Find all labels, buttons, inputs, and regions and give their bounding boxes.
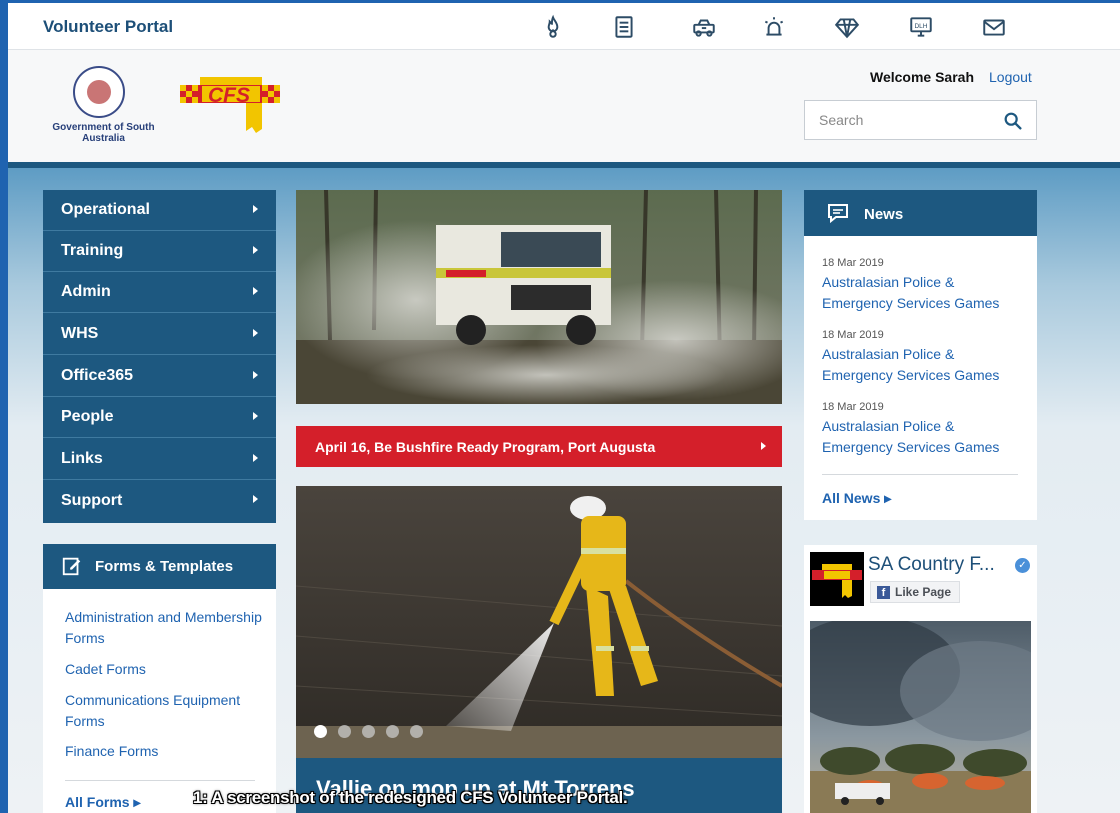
- document-icon[interactable]: [608, 11, 640, 43]
- slider-dot-3[interactable]: [362, 725, 375, 738]
- flame-icon[interactable]: [537, 11, 569, 43]
- government-of-south-australia-logo[interactable]: Government of South Australia: [46, 64, 161, 148]
- verified-badge-icon: ✓: [1015, 558, 1030, 573]
- dlh-monitor-icon[interactable]: DLH: [905, 11, 937, 43]
- cfs-logo-text: CFS: [208, 84, 250, 107]
- cfs-avatar-graphic: [810, 552, 864, 606]
- portal-window: Volunteer Portal DLH Government of South…: [8, 0, 1120, 813]
- form-link-finance[interactable]: Finance Forms: [65, 741, 265, 762]
- nav-item-operational[interactable]: Operational: [43, 190, 276, 231]
- nav-item-label: Office365: [61, 367, 134, 384]
- logout-link[interactable]: Logout: [989, 69, 1032, 85]
- gov-crest-icon: [73, 66, 125, 118]
- welcome-message: Welcome Sarah: [870, 69, 975, 85]
- news-date: 18 Mar 2019: [822, 257, 884, 269]
- nav-item-office365[interactable]: Office365: [43, 356, 276, 397]
- mail-icon[interactable]: [978, 11, 1010, 43]
- chevron-right-icon: [253, 454, 258, 462]
- nav-item-label: Support: [61, 491, 123, 509]
- facebook-page-name[interactable]: SA Country F...: [868, 554, 1028, 576]
- news-date: 18 Mar 2019: [822, 401, 884, 413]
- chevron-right-icon: [253, 495, 258, 503]
- chevron-right-icon: [761, 442, 766, 450]
- left-navigation: Operational Training Admin WHS Office365…: [43, 190, 276, 523]
- nav-item-whs[interactable]: WHS: [43, 314, 276, 355]
- firefighter-photo: [296, 486, 782, 758]
- dlh-label: DLH: [914, 23, 927, 30]
- alarm-light-icon[interactable]: [758, 11, 790, 43]
- diamond-icon[interactable]: [831, 11, 863, 43]
- portal-title[interactable]: Volunteer Portal: [43, 17, 173, 37]
- cfs-logo[interactable]: CFS: [180, 75, 282, 135]
- forms-panel-header: Forms & Templates: [43, 544, 276, 589]
- news-panel-title: News: [864, 206, 904, 223]
- nav-item-label: WHS: [61, 325, 99, 342]
- slider-dot-4[interactable]: [386, 725, 399, 738]
- fire-truck-photo: [296, 190, 782, 404]
- news-panel: News 18 Mar 2019 Australasian Police & E…: [804, 190, 1037, 520]
- nav-item-label: Links: [61, 450, 103, 467]
- nav-item-label: Admin: [61, 283, 111, 300]
- divider: [65, 780, 255, 781]
- bushfire-smoke-photo: [810, 621, 1031, 813]
- site-header: Government of South Australia CFS Welcom…: [8, 50, 1120, 163]
- event-banner-label: April 16, Be Bushfire Ready Program, Por…: [315, 438, 656, 455]
- event-banner[interactable]: April 16, Be Bushfire Ready Program, Por…: [296, 426, 782, 467]
- nav-item-training[interactable]: Training: [43, 231, 276, 272]
- nav-item-label: People: [61, 408, 114, 425]
- nav-item-people[interactable]: People: [43, 397, 276, 438]
- chevron-right-icon: [253, 287, 258, 295]
- chevron-right-icon: [253, 329, 258, 337]
- nav-item-links[interactable]: Links: [43, 439, 276, 480]
- facebook-icon: f: [877, 585, 890, 599]
- slider-dot-2[interactable]: [338, 725, 351, 738]
- news-panel-header: News: [804, 190, 1037, 236]
- search-input[interactable]: [819, 112, 989, 128]
- slider-dot-1[interactable]: [314, 725, 327, 738]
- divider: [822, 474, 1018, 475]
- like-page-button[interactable]: f Like Page: [870, 581, 961, 603]
- news-item-link[interactable]: Australasian Police & Emergency Services…: [822, 272, 1022, 314]
- chat-bubble-icon: [828, 204, 848, 224]
- slider-dot-5[interactable]: [410, 725, 423, 738]
- forms-and-templates-panel: Forms & Templates Administration and Mem…: [43, 544, 276, 813]
- chevron-right-icon: [253, 205, 258, 213]
- search-icon[interactable]: [1002, 110, 1024, 132]
- facebook-page-widget: SA Country F... ✓ f Like Page: [804, 545, 1037, 813]
- news-item-link[interactable]: Australasian Police & Emergency Services…: [822, 344, 1022, 386]
- forms-panel-title: Forms & Templates: [95, 558, 234, 575]
- all-forms-link[interactable]: All Forms ▸: [65, 794, 140, 811]
- nav-item-label: Training: [61, 242, 124, 259]
- nav-item-label: Operational: [61, 201, 150, 218]
- top-bar: Volunteer Portal DLH: [8, 0, 1120, 50]
- form-link-communications[interactable]: Communications Equipment Forms: [65, 690, 265, 732]
- all-news-link[interactable]: All News ▸: [822, 490, 891, 507]
- image-slider[interactable]: Vallie on mop up at Mt Torrens: [296, 486, 782, 813]
- hero-image-fire-truck[interactable]: [296, 190, 782, 404]
- nav-item-admin[interactable]: Admin: [43, 272, 276, 313]
- fire-truck-icon[interactable]: [688, 11, 720, 43]
- gov-logo-text: Government of South Australia: [52, 122, 155, 144]
- like-page-label: Like Page: [895, 585, 952, 599]
- figure-caption: 1: A screenshot of the redesigned CFS Vo…: [193, 788, 628, 807]
- edit-document-icon: [62, 557, 81, 576]
- news-date: 18 Mar 2019: [822, 329, 884, 341]
- cfs-page-avatar[interactable]: [810, 552, 864, 606]
- form-link-administration[interactable]: Administration and Membership Forms: [65, 607, 265, 649]
- facebook-cover-photo[interactable]: [810, 621, 1031, 813]
- form-link-cadet[interactable]: Cadet Forms: [65, 659, 265, 680]
- chevron-right-icon: [253, 412, 258, 420]
- chevron-right-icon: [253, 246, 258, 254]
- chevron-right-icon: [253, 371, 258, 379]
- search-box: [804, 100, 1037, 140]
- news-item-link[interactable]: Australasian Police & Emergency Services…: [822, 416, 1022, 458]
- nav-item-support[interactable]: Support: [43, 480, 276, 521]
